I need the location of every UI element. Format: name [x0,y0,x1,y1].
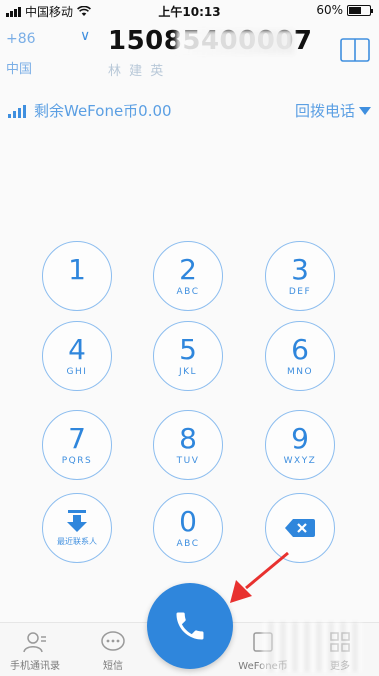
balance-signal-icon [8,104,26,118]
key-4[interactable]: 4 GHI [42,321,112,391]
key-letters: TUV [176,455,200,466]
key-8[interactable]: 8 TUV [153,410,223,480]
download-arrow-icon [67,509,87,532]
key-digit: 6 [291,332,309,366]
pixelation-overlay [262,622,362,672]
tab-sms[interactable]: 短信 [78,631,148,672]
status-right: 60% [316,3,373,17]
key-letters: ABC [176,286,200,297]
key-letters: WXYZ [283,455,317,466]
phone-icon [176,612,204,640]
key-digit: 9 [291,421,309,455]
key-5[interactable]: 5 JKL [153,321,223,391]
tab-label: 短信 [103,661,123,672]
contacts-icon [23,632,46,653]
backspace-icon [285,519,315,537]
country-code[interactable]: +86 [6,31,36,47]
key-letters: DEF [288,286,312,297]
number-redaction [176,30,294,54]
key-letters: MNO [286,366,314,377]
key-digit: 8 [179,421,197,455]
contacts-book-icon[interactable] [340,38,370,62]
balance-text: 剩余WeFone币0.00 [34,102,172,120]
contact-name: 林 建 英 [108,64,166,79]
key-6[interactable]: 6 MNO [265,321,335,391]
delete-key[interactable] [265,493,335,563]
key-digit: 2 [179,252,197,286]
key-0[interactable]: 0 ABC [153,493,223,563]
key-7[interactable]: 7 PQRS [42,410,112,480]
chevron-down-icon[interactable]: ∨ [80,28,90,44]
recent-contacts-key[interactable]: 最近联系人 [42,493,112,563]
tab-label: 手机通讯录 [10,661,60,672]
key-letters: ABC [176,538,200,549]
callback-dropdown[interactable]: 回拨电话 [295,100,371,121]
message-bubble-icon [101,631,125,651]
key-letters: JKL [178,366,198,377]
key-digit: 3 [291,252,309,286]
key-digit: 5 [179,332,197,366]
recent-contacts-label: 最近联系人 [57,536,97,546]
country-name[interactable]: 中国 [6,58,32,77]
key-letters: PQRS [61,455,93,466]
key-2[interactable]: 2 ABC [153,241,223,311]
key-digit: 4 [68,332,86,366]
status-bar: 中国移动 上午10:13 60% [0,0,379,20]
battery-percent: 60% [316,3,343,17]
key-digit: 0 [179,504,197,538]
callback-label: 回拨电话 [294,102,355,120]
tab-phone-contacts[interactable]: 手机通讯录 [0,631,70,672]
key-digit: 7 [68,421,86,455]
key-digit: 1 [68,252,86,286]
key-9[interactable]: 9 WXYZ [265,410,335,480]
call-button[interactable] [147,583,233,669]
balance-row: 剩余WeFone币0.00 [8,100,172,121]
battery-icon [347,4,373,16]
key-letters: GHI [66,366,88,377]
triangle-down-icon [359,106,371,115]
key-3[interactable]: 3 DEF [265,241,335,311]
key-1[interactable]: 1 [42,241,112,311]
